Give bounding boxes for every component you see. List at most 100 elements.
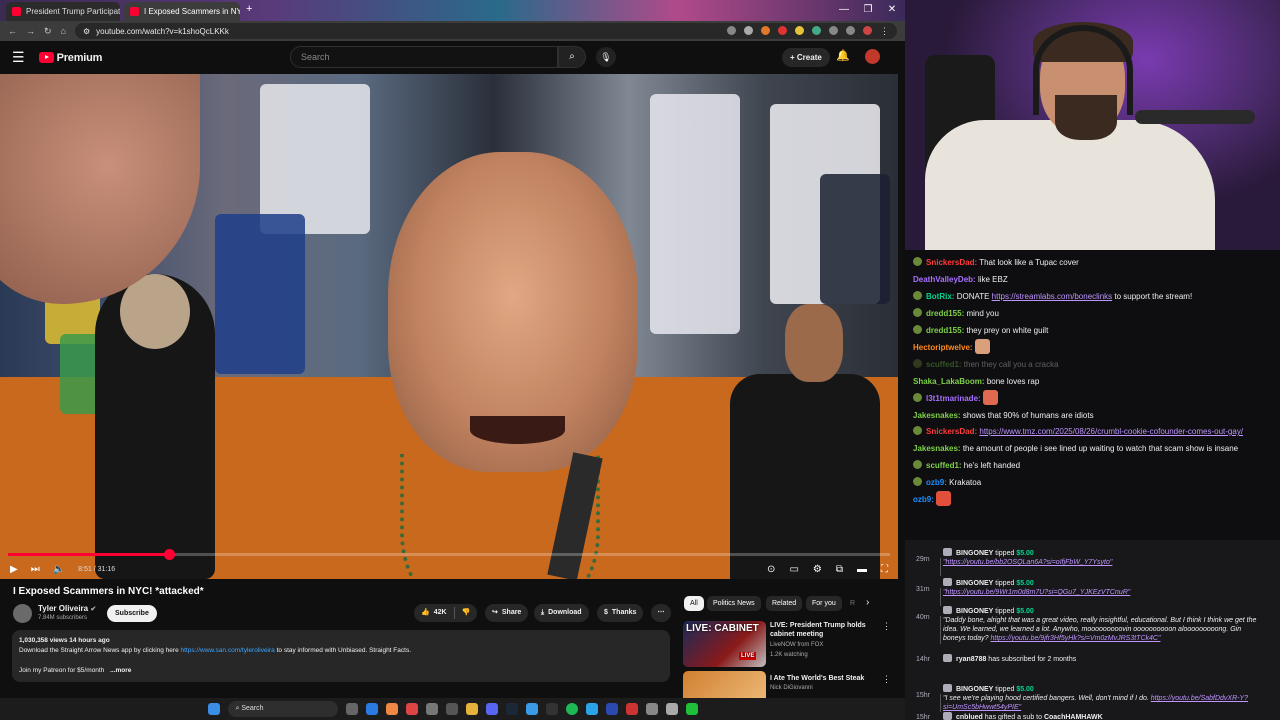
more-actions-button[interactable]: ⋯: [651, 604, 671, 622]
channel-name[interactable]: Tyler Oliveira ✔: [38, 604, 96, 613]
cast-icon[interactable]: [727, 25, 736, 35]
chat-link[interactable]: https://www.tmz.com/2025/08/26/crumbl-co…: [979, 427, 1243, 436]
minimize-button[interactable]: —: [832, 0, 856, 21]
recommendation-item[interactable]: I Ate The World's Best Steak Nick DiGiov…: [683, 671, 893, 698]
tip-link[interactable]: https://youtu.be/9jfr3Hf5yHk?si=Vm0zMvJR…: [990, 635, 1160, 642]
chat-username[interactable]: SnickersDad:: [926, 258, 977, 267]
chat-username[interactable]: BotRix:: [926, 292, 954, 301]
chat-username[interactable]: dredd155:: [926, 309, 964, 318]
chat-username[interactable]: ozb9:: [926, 478, 947, 487]
app-icon[interactable]: [585, 703, 598, 715]
file-explorer-icon[interactable]: [465, 703, 478, 715]
chip-politics-news[interactable]: Politics News: [707, 596, 761, 611]
extension-icon[interactable]: [778, 25, 787, 35]
tip-link[interactable]: "https://youtu.be/bb2OSQLan6A?si=oIfjFbW…: [943, 559, 1112, 566]
thumbs-down-icon[interactable]: 👎: [462, 604, 471, 622]
app-icon[interactable]: [685, 703, 698, 715]
tip-link[interactable]: "https://youtu.be/9Wr1m0d8m7U?si=QGu7_YJ…: [943, 589, 1130, 596]
profile-icon[interactable]: [863, 25, 872, 35]
taskbar-search[interactable]: ⌕ Search: [227, 701, 338, 717]
miniplayer-icon[interactable]: ⧉: [836, 564, 843, 575]
hamburger-menu-icon[interactable]: ☰: [12, 49, 25, 66]
reload-icon[interactable]: ↻: [44, 26, 52, 37]
subscribe-button[interactable]: Subscribe: [107, 605, 157, 622]
share-button[interactable]: ↪ Share: [485, 604, 529, 622]
event-username[interactable]: BINGONEY: [956, 608, 993, 615]
chat-username[interactable]: l3t1tmarinade:: [926, 394, 981, 403]
fullscreen-icon[interactable]: ⛶: [881, 564, 888, 575]
video-progress-bar[interactable]: [8, 549, 890, 560]
chat-username[interactable]: DeathValleyDeb:: [913, 275, 976, 284]
maximize-button[interactable]: ❐: [856, 0, 880, 21]
recommendation-item[interactable]: LIVE: CABINET LIVE LIVE: President Trump…: [683, 621, 893, 671]
captions-icon[interactable]: ▭: [789, 564, 798, 575]
chrome-icon[interactable]: [385, 703, 398, 715]
chip-related[interactable]: Related: [766, 596, 803, 611]
tab-president-trump[interactable]: President Trump Participates ✕: [6, 2, 120, 21]
edge-icon[interactable]: [365, 703, 378, 715]
account-avatar[interactable]: [865, 49, 880, 64]
task-view-icon[interactable]: [345, 703, 358, 715]
more-options-icon[interactable]: ⋮: [882, 674, 891, 685]
show-more-link[interactable]: ...more: [110, 667, 131, 674]
extension-icon[interactable]: [761, 25, 770, 35]
volume-icon[interactable]: 🔈: [53, 564, 65, 575]
new-tab-icon[interactable]: +: [246, 3, 252, 15]
tab-exposed-scammers[interactable]: I Exposed Scammers in NYC! *a ✕: [124, 2, 240, 21]
chip-overflow[interactable]: R: [844, 596, 861, 611]
discord-icon[interactable]: [485, 703, 498, 715]
extension-icon[interactable]: [795, 25, 804, 35]
youtube-premium-logo[interactable]: Premium: [38, 52, 102, 64]
start-icon[interactable]: [207, 703, 220, 715]
extensions-puzzle-icon[interactable]: [846, 25, 855, 35]
search-input[interactable]: Search: [290, 46, 558, 68]
chat-username[interactable]: ozb9:: [913, 495, 934, 504]
app-icon[interactable]: [425, 703, 438, 715]
app-icon[interactable]: [625, 703, 638, 715]
chips-next-icon[interactable]: ›: [866, 597, 869, 608]
bookmark-star-icon[interactable]: [744, 25, 753, 35]
next-icon[interactable]: ⏭: [31, 564, 40, 575]
spotify-icon[interactable]: [565, 703, 578, 715]
steam-icon[interactable]: [505, 703, 518, 715]
gift-recipient[interactable]: CoachHAMHAWK: [1044, 714, 1103, 720]
more-options-icon[interactable]: ⋮: [882, 621, 891, 632]
chat-username[interactable]: scuffed1:: [926, 360, 962, 369]
play-icon[interactable]: ▶: [10, 564, 18, 575]
chat-username[interactable]: scuffed1:: [926, 461, 962, 470]
video-player[interactable]: [0, 74, 898, 579]
search-icon[interactable]: ⌕: [558, 46, 586, 68]
app-icon[interactable]: [525, 703, 538, 715]
chat-username[interactable]: Hectoriptwelve:: [913, 343, 973, 352]
obs-icon[interactable]: [545, 703, 558, 715]
chat-username[interactable]: SnickersDad:: [926, 427, 977, 436]
video-description[interactable]: 1,030,358 views 14 hours ago Download th…: [12, 630, 670, 682]
chrome-profile-icon[interactable]: [405, 703, 418, 715]
create-button[interactable]: + Create: [782, 48, 830, 67]
chat-username[interactable]: Jakesnakes:: [913, 411, 961, 420]
url-field[interactable]: ⚙ youtube.com/watch?v=k1shoQcLKKk ⋮: [74, 23, 897, 39]
chip-for-you[interactable]: For you: [806, 596, 842, 611]
chip-all[interactable]: All: [684, 596, 704, 611]
chat-username[interactable]: dredd155:: [926, 326, 964, 335]
extension-icon[interactable]: [812, 25, 821, 35]
event-username[interactable]: BINGONEY: [956, 580, 993, 587]
app-icon[interactable]: [605, 703, 618, 715]
chat-link[interactable]: https://streamlabs.com/boneclinks: [992, 292, 1113, 301]
extension-icon[interactable]: [829, 25, 838, 35]
like-button[interactable]: 👍 42K 👎: [414, 604, 478, 622]
app-icon[interactable]: [445, 703, 458, 715]
home-icon[interactable]: ⌂: [61, 26, 66, 36]
thanks-button[interactable]: $ Thanks: [597, 604, 644, 622]
site-info-icon[interactable]: ⚙: [83, 27, 90, 36]
event-username[interactable]: ryan8788: [956, 656, 986, 663]
channel-avatar[interactable]: [13, 604, 32, 623]
forward-icon[interactable]: →: [26, 26, 35, 36]
event-username[interactable]: BINGONEY: [956, 550, 993, 557]
notifications-bell-icon[interactable]: 🔔: [836, 49, 850, 62]
microphone-icon[interactable]: 🎙: [596, 47, 616, 67]
close-window-button[interactable]: ✕: [880, 0, 904, 21]
back-icon[interactable]: ←: [8, 26, 17, 36]
chat-username[interactable]: Shaka_LakaBoom:: [913, 377, 985, 386]
browser-menu-icon[interactable]: ⋮: [880, 26, 889, 37]
